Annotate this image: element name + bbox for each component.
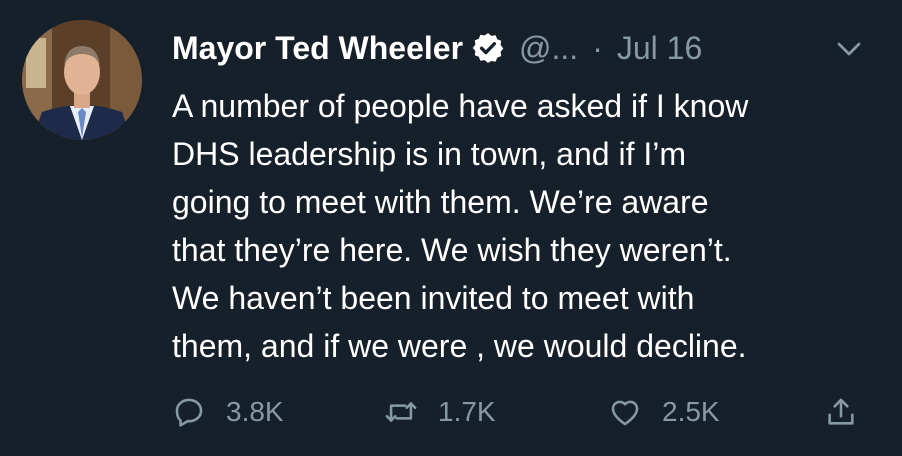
- tweet-text-line: going to meet with them. We’re aware: [172, 184, 709, 220]
- reply-button[interactable]: 3.8K: [172, 388, 284, 436]
- tweet-header: Mayor Ted Wheeler @... · Jul 16: [172, 26, 702, 70]
- tweet-text-line: DHS leadership is in town, and if I’m: [172, 136, 686, 172]
- tweet-text-line: We haven’t been invited to meet with: [172, 280, 695, 316]
- reply-count: 3.8K: [226, 396, 284, 427]
- avatar[interactable]: [22, 20, 142, 140]
- reply-icon: [175, 398, 203, 427]
- share-icon: [828, 398, 854, 425]
- like-count: 2.5K: [662, 396, 720, 427]
- retweet-icon: [385, 402, 417, 422]
- tweet-text-line: them, and if we were , we would decline.: [172, 328, 747, 364]
- author-name[interactable]: Mayor Ted Wheeler: [172, 30, 463, 67]
- separator-dot: ·: [592, 29, 603, 66]
- author-handle[interactable]: @...: [519, 30, 578, 67]
- tweet-actions: 3.8K 1.7K 2.5K: [172, 388, 872, 436]
- heart-icon: [611, 400, 639, 426]
- share-button[interactable]: [824, 388, 858, 436]
- avatar-photo: [22, 20, 142, 140]
- retweet-count: 1.7K: [438, 396, 496, 427]
- like-button[interactable]: 2.5K: [608, 388, 720, 436]
- retweet-button[interactable]: 1.7K: [384, 388, 496, 436]
- tweet-text-line: that they’re here. We wish they weren’t.: [172, 232, 732, 268]
- verified-badge-icon: [471, 31, 505, 65]
- tweet-text-line: A number of people have asked if I know: [172, 88, 749, 124]
- tweet-date[interactable]: Jul 16: [617, 30, 702, 67]
- chevron-down-icon[interactable]: [834, 34, 864, 64]
- tweet-text: A number of people have asked if I know …: [172, 82, 872, 370]
